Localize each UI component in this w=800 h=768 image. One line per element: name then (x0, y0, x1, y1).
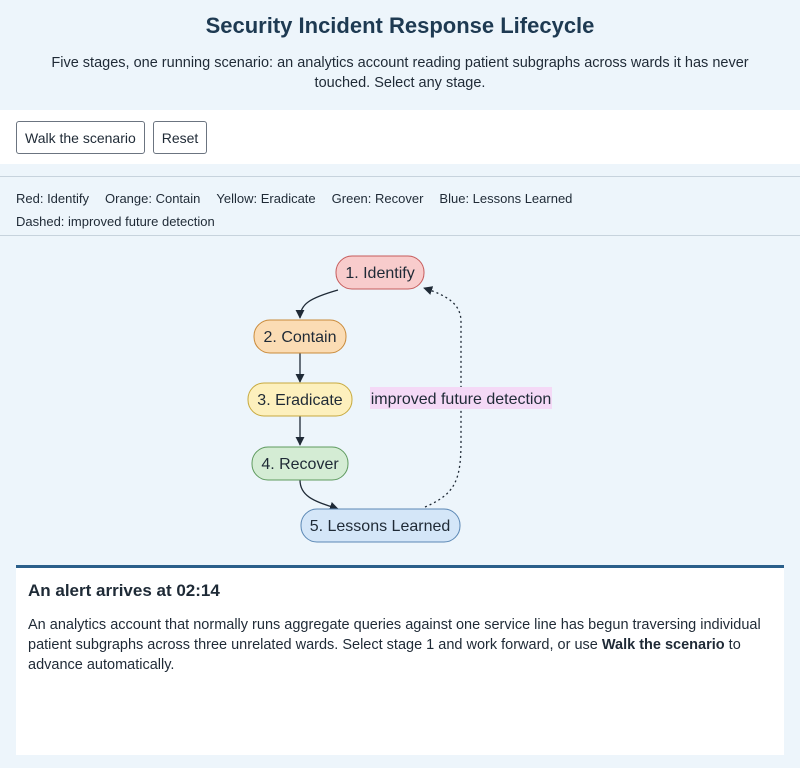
stage-eradicate[interactable]: 3. Eradicate (247, 382, 353, 417)
stage-recover[interactable]: 4. Recover (251, 446, 349, 481)
legend-item-eradicate: Yellow: Eradicate (216, 191, 316, 206)
lifecycle-svg: improved future detection 1. Identify 2.… (247, 255, 552, 543)
page-header: Security Incident Response Lifecycle Fiv… (0, 0, 800, 110)
legend-item-identify: Red: Identify (16, 191, 89, 206)
legend-colors: Red: Identify Orange: Contain Yellow: Er… (16, 187, 784, 210)
legend: Red: Identify Orange: Contain Yellow: Er… (0, 176, 800, 236)
stage-recover-label: 4. Recover (261, 456, 339, 473)
stage-contain[interactable]: 2. Contain (253, 319, 347, 354)
legend-dashed: Dashed: improved future detection (16, 210, 784, 233)
panel-title: An alert arrives at 02:14 (28, 581, 220, 600)
stage-lessons-label: 5. Lessons Learned (310, 518, 451, 535)
legend-item-lessons: Blue: Lessons Learned (439, 191, 573, 206)
edge-identify-contain (295, 289, 339, 319)
stage-eradicate-label: 3. Eradicate (257, 392, 342, 409)
spacer (0, 164, 800, 176)
stage-contain-label: 2. Contain (264, 329, 337, 346)
edge-recover-lessons (299, 479, 339, 511)
controls-bar: Walk the scenario Reset (0, 110, 800, 164)
stage-identify[interactable]: 1. Identify (335, 255, 425, 290)
panel-body-emphasis: Walk the scenario (601, 637, 725, 653)
legend-dashed-note: Dashed: improved future detection (16, 214, 215, 229)
detail-panel: An alert arrives at 02:14 An analytics a… (16, 565, 784, 755)
reset-button[interactable]: Reset (152, 121, 208, 154)
panel-body: An analytics account that normally runs … (28, 615, 772, 675)
stage-lessons-learned[interactable]: 5. Lessons Learned (300, 508, 461, 543)
page-title: Security Incident Response Lifecycle (205, 13, 595, 38)
page-subtitle: Five stages, one running scenario: an an… (51, 55, 749, 91)
legend-item-recover: Green: Recover (331, 191, 424, 206)
feedback-label: improved future detection (371, 391, 552, 408)
walk-scenario-button[interactable]: Walk the scenario (16, 121, 145, 154)
lifecycle-diagram: improved future detection 1. Identify 2.… (0, 236, 800, 566)
legend-item-contain: Orange: Contain (105, 191, 201, 206)
stage-identify-label: 1. Identify (345, 265, 414, 282)
